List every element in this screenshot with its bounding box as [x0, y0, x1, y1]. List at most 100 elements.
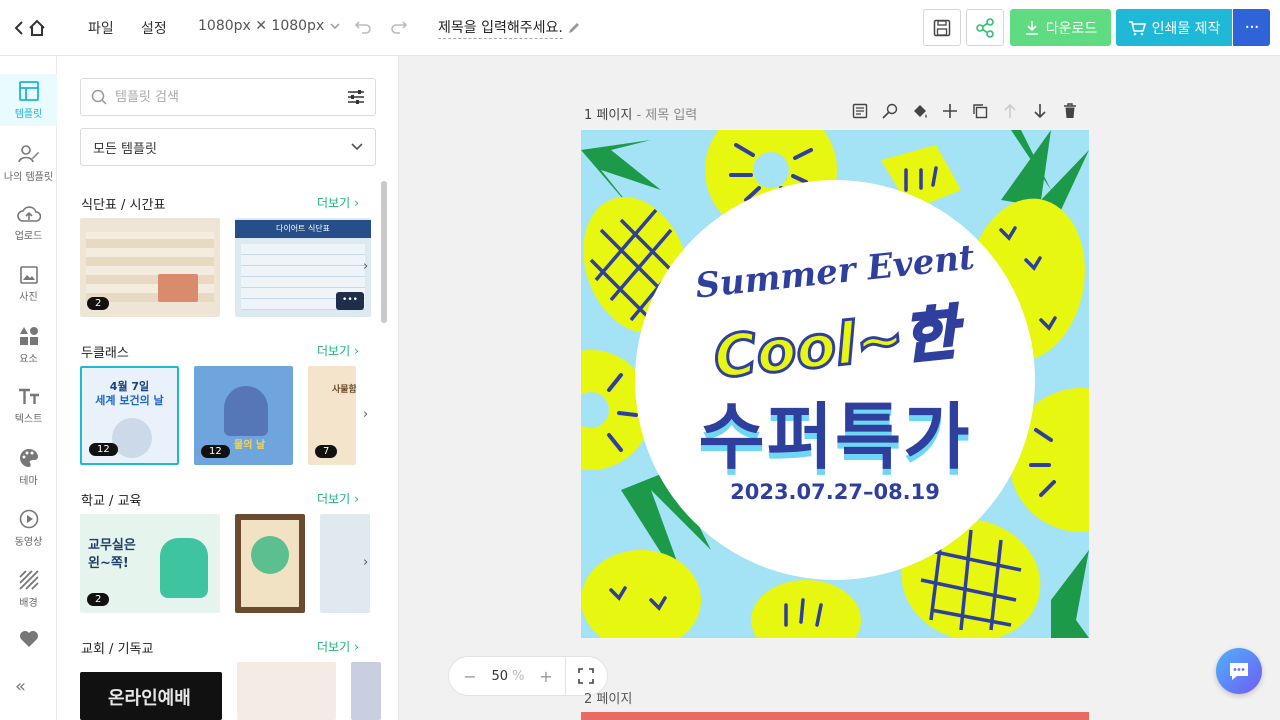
- undo-button[interactable]: [353, 16, 377, 40]
- chevron-right-icon: ›: [354, 343, 359, 358]
- rail-item-theme[interactable]: 테마: [0, 438, 57, 496]
- save-button[interactable]: [923, 9, 961, 46]
- fullscreen-icon: [578, 668, 594, 684]
- page-2-preview[interactable]: [581, 712, 1089, 720]
- art-headline-2: 수퍼특가: [698, 395, 972, 479]
- template-thumb-duclass-1[interactable]: 4월 7일 세계 보건의 날 12: [80, 366, 179, 465]
- carousel-next-arrow[interactable]: ›: [363, 555, 368, 570]
- print-order-label: 인쇄물 제작: [1151, 20, 1221, 37]
- rail-label: 업로드: [14, 230, 43, 242]
- file-menu[interactable]: 파일: [88, 18, 114, 38]
- chat-support-button[interactable]: [1216, 648, 1262, 694]
- text-icon: [18, 388, 39, 404]
- thumb-block: [158, 274, 198, 302]
- fit-screen-button[interactable]: [566, 668, 606, 684]
- filter-icon[interactable]: [347, 89, 365, 105]
- template-thumb-church-1[interactable]: 온라인예배: [80, 672, 222, 720]
- home-button[interactable]: [14, 16, 56, 40]
- add-page-button[interactable]: [940, 101, 960, 121]
- photo-icon: [19, 265, 38, 284]
- thumb-text: 사물함: [332, 385, 356, 395]
- magic-button[interactable]: [880, 101, 900, 121]
- rail-label: 요소: [19, 353, 38, 365]
- download-icon: [1025, 20, 1038, 35]
- arrow-down-icon: [1034, 104, 1046, 119]
- template-thumb-duclass-2[interactable]: 물의 날 12: [194, 366, 293, 465]
- category-selected-label: 모든 템플릿: [93, 141, 157, 157]
- section-title-church: 교회 / 기독교: [81, 642, 154, 657]
- print-order-button[interactable]: 인쇄물 제작: [1116, 9, 1232, 46]
- rail-item-template[interactable]: 템플릿: [0, 74, 57, 126]
- template-thumb-menu-2[interactable]: 다이어트 식단표 •••: [235, 218, 371, 317]
- page-title-input[interactable]: - 제목 입력: [636, 108, 697, 123]
- template-thumb-duclass-3[interactable]: 사물함 7: [308, 366, 356, 465]
- rail-item-upload[interactable]: 업로드: [0, 194, 57, 252]
- carousel-next-arrow[interactable]: ›: [363, 407, 368, 422]
- page-count-badge: 2: [87, 297, 110, 310]
- collapse-panel-button[interactable]: «: [15, 676, 26, 697]
- move-page-down-button[interactable]: [1030, 101, 1050, 121]
- fill-color-button[interactable]: [910, 101, 930, 121]
- rail-label: 테마: [19, 475, 38, 487]
- rail-item-photo[interactable]: 사진: [0, 255, 57, 313]
- chevron-down-icon: [330, 23, 340, 29]
- delete-page-button[interactable]: [1060, 101, 1080, 121]
- more-link-school[interactable]: 더보기 ›: [317, 490, 359, 507]
- thumb-text: 물의 날: [234, 440, 266, 451]
- upload-icon: [16, 205, 41, 222]
- more-label: 더보기: [317, 196, 351, 210]
- settings-menu[interactable]: 설정: [141, 18, 167, 38]
- thumb-text: 온라인예배: [108, 688, 191, 709]
- memo-button[interactable]: [850, 101, 870, 121]
- rail-item-background[interactable]: 배경: [0, 560, 57, 618]
- rail-label: 배경: [19, 597, 38, 609]
- memo-icon: [852, 103, 868, 119]
- magic-wand-icon: [882, 103, 898, 119]
- download-button[interactable]: 다운로드: [1010, 9, 1111, 46]
- undo-icon: [354, 21, 371, 34]
- canvas-size-dropdown[interactable]: 1080px ✕ 1080px: [198, 18, 340, 34]
- design-artboard[interactable]: Summer Event Cool~한 수퍼특가 2023.07.27–08.1…: [581, 130, 1089, 638]
- panel-scrollbar[interactable]: [381, 181, 387, 323]
- rail-item-text[interactable]: 텍스트: [0, 377, 57, 435]
- document-title[interactable]: 제목을 입력해주세요.: [438, 17, 581, 39]
- rail-label: 템플릿: [14, 108, 43, 120]
- chevron-right-icon: ›: [354, 195, 359, 210]
- zoom-value[interactable]: 50 %: [485, 669, 531, 684]
- chevron-down-icon: [351, 143, 363, 151]
- template-thumb-church-3[interactable]: [351, 662, 381, 720]
- duplicate-page-button[interactable]: [970, 101, 990, 121]
- rail-item-favorite[interactable]: [0, 616, 57, 660]
- rail-label: 동영상: [14, 536, 43, 548]
- thumb-illustration: [224, 386, 268, 436]
- more-dots: •••: [336, 292, 364, 310]
- zoom-unit: %: [512, 668, 525, 684]
- plus-icon: [943, 104, 957, 118]
- more-options-button[interactable]: ···: [1233, 9, 1270, 46]
- share-button[interactable]: [966, 9, 1004, 46]
- move-page-up-button[interactable]: [1000, 101, 1020, 121]
- redo-button[interactable]: [389, 16, 413, 40]
- left-rail: 템플릿 나의 템플릿 업로드 사진 요소 텍스트 테마 동영상 배경 «: [0, 56, 57, 720]
- rail-item-video[interactable]: 동영상: [0, 499, 57, 557]
- share-icon: [976, 17, 994, 38]
- video-icon: [19, 509, 38, 528]
- download-label: 다운로드: [1045, 20, 1098, 37]
- more-link-menu-schedule[interactable]: 더보기 ›: [317, 194, 359, 211]
- carousel-next-arrow[interactable]: ›: [363, 259, 368, 274]
- zoom-out-button[interactable]: −: [455, 667, 485, 686]
- template-thumb-church-2[interactable]: [237, 662, 336, 720]
- more-link-church[interactable]: 더보기 ›: [317, 638, 359, 655]
- chevron-left-icon: [14, 21, 23, 35]
- template-thumb-school-1[interactable]: 교무실은 왼~쪽! 2: [80, 514, 220, 613]
- rail-item-elements[interactable]: 요소: [0, 316, 57, 374]
- template-category-select[interactable]: 모든 템플릿: [80, 128, 376, 166]
- more-link-duclass[interactable]: 더보기 ›: [317, 342, 359, 359]
- rail-item-my-template[interactable]: 나의 템플릿: [0, 134, 57, 192]
- template-thumb-menu-1[interactable]: 2: [80, 218, 220, 317]
- zoom-in-button[interactable]: +: [531, 667, 561, 686]
- search-input[interactable]: [115, 89, 339, 105]
- chevron-right-icon: ›: [354, 639, 359, 654]
- template-thumb-school-2[interactable]: [235, 514, 305, 613]
- page-count-badge: 12: [201, 445, 230, 458]
